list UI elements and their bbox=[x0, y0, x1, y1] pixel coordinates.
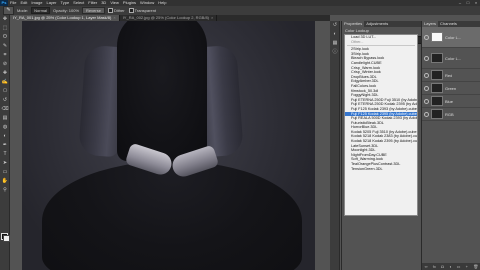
hand-icon[interactable]: ✋ bbox=[0, 177, 10, 186]
eye-icon[interactable] bbox=[424, 55, 429, 61]
reverse-toggle[interactable]: Reverse bbox=[82, 7, 105, 14]
lut-option[interactable]: Other... bbox=[345, 40, 417, 45]
zoom-icon[interactable]: ⚲ bbox=[0, 186, 10, 195]
lut-option[interactable]: TensionGreen.3DL bbox=[345, 167, 417, 172]
eraser-icon[interactable]: ⌫ bbox=[0, 105, 10, 114]
properties-header: Color Lookup bbox=[345, 28, 369, 33]
eye-icon[interactable] bbox=[424, 111, 429, 117]
close-icon[interactable]: × bbox=[211, 15, 213, 20]
layer-name: Red bbox=[445, 72, 453, 78]
shape-icon[interactable]: ▭ bbox=[0, 168, 10, 177]
document-image[interactable] bbox=[22, 21, 315, 270]
fx-icon[interactable]: fx bbox=[433, 264, 436, 269]
eyedropper-icon[interactable]: ⊘ bbox=[0, 60, 10, 69]
stamp-icon[interactable]: ⎔ bbox=[0, 87, 10, 96]
brush-icon[interactable]: ✎ bbox=[3, 6, 14, 15]
swatches-icon[interactable]: ▦ bbox=[330, 39, 340, 48]
marquee-icon[interactable]: ⬚ bbox=[0, 24, 10, 33]
layer-row[interactable]: Color L... bbox=[422, 48, 480, 69]
link-icon[interactable]: ∞ bbox=[425, 264, 428, 269]
adjustment-icon[interactable]: ◑ bbox=[449, 264, 451, 269]
lut-option[interactable]: Kodak 5218 Kodak 2395 (by Adobe).cube bbox=[345, 139, 417, 144]
layer-thumbnail bbox=[431, 32, 443, 42]
layers-panel: Layers Channels Color L... Color L... Red Gr… bbox=[421, 21, 480, 270]
eye-icon[interactable] bbox=[424, 85, 429, 91]
layer-row[interactable]: Color L... bbox=[422, 27, 480, 48]
layer-name: Blue bbox=[445, 98, 454, 104]
trash-icon[interactable]: 🗑 bbox=[473, 264, 478, 269]
quick-select-icon[interactable]: ✎ bbox=[0, 42, 10, 51]
eye-icon[interactable] bbox=[424, 72, 429, 78]
torso bbox=[117, 21, 207, 161]
color-icon[interactable]: ◐ bbox=[330, 30, 340, 39]
layer-thumbnail bbox=[431, 96, 443, 106]
background-color-swatch[interactable] bbox=[3, 235, 10, 242]
eye-icon[interactable] bbox=[424, 34, 429, 40]
layer-row[interactable]: Green bbox=[422, 82, 480, 95]
move-icon[interactable]: ✥ bbox=[0, 15, 10, 24]
layer-name: Green bbox=[445, 85, 457, 91]
lut-option[interactable]: Fuji REALA 500D Kodak 2393 (by Adobe).cu… bbox=[345, 116, 417, 121]
dither-label: Dither bbox=[113, 8, 125, 13]
new-layer-icon[interactable]: + bbox=[466, 264, 468, 269]
history-brush-icon[interactable]: ↺ bbox=[0, 96, 10, 105]
crop-icon[interactable]: ⌗ bbox=[0, 51, 10, 60]
layer-thumbnail bbox=[431, 109, 443, 119]
history-icon[interactable]: ↺ bbox=[330, 21, 340, 30]
document-tab-label: IY_RA_002.jpg @ 25% (Color Lookup 2, RGB… bbox=[122, 15, 210, 20]
mode-dropdown[interactable]: Normal bbox=[31, 7, 51, 14]
blur-icon[interactable]: ◍ bbox=[0, 123, 10, 132]
lasso-icon[interactable]: ʘ bbox=[0, 33, 10, 42]
dither-checkbox[interactable]: Dither bbox=[107, 6, 126, 15]
gradient-icon[interactable]: ▤ bbox=[0, 114, 10, 123]
opacity-field[interactable]: Opacity: 100% bbox=[52, 6, 80, 15]
layer-name: Color L... bbox=[445, 55, 462, 61]
close-icon[interactable]: × bbox=[113, 15, 115, 20]
info-icon[interactable]: ⓘ bbox=[330, 48, 340, 57]
layer-thumbnail bbox=[431, 53, 443, 63]
options-bar: ✎ Mode: Normal Opacity: 100% Reverse Dit… bbox=[0, 6, 480, 15]
layer-thumbnail bbox=[431, 70, 443, 80]
tools-panel: ✥ ⬚ ʘ ✎ ⌗ ⊘ ✚ ✍ ⎔ ↺ ⌫ ▤ ◍ ◐ ✒ T ➤ ▭ ✋ ⚲ bbox=[0, 15, 10, 270]
brush-icon[interactable]: ✍ bbox=[0, 78, 10, 87]
layer-name: RGB bbox=[445, 111, 454, 117]
folder-icon[interactable]: ▭ bbox=[457, 264, 461, 269]
collapsed-panels: ↺ ◐ ▦ ⓘ bbox=[330, 21, 340, 270]
tutu bbox=[42, 161, 302, 270]
pen-icon[interactable]: ✒ bbox=[0, 141, 10, 150]
layer-row[interactable]: Blue bbox=[422, 95, 480, 108]
layer-thumbnail bbox=[431, 83, 443, 93]
layer-name: Color L... bbox=[445, 34, 462, 40]
transparent-label: Transparent bbox=[134, 8, 157, 13]
type-icon[interactable]: T bbox=[0, 150, 10, 159]
layer-row[interactable]: Red bbox=[422, 69, 480, 82]
mask-icon[interactable]: ◘ bbox=[441, 264, 443, 269]
path-select-icon[interactable]: ➤ bbox=[0, 159, 10, 168]
document-tab-label: IY_RA_001.jpg @ 25% (Color Lookup 1, Lay… bbox=[13, 15, 112, 20]
lut-dropdown-menu[interactable]: Load 3D LUT... Other... 2Strip.look 3Strip.… bbox=[344, 34, 418, 216]
mode-label: Mode: bbox=[17, 8, 29, 13]
healing-icon[interactable]: ✚ bbox=[0, 69, 10, 78]
eye-icon[interactable] bbox=[424, 98, 429, 104]
lut-option[interactable]: Fuji F125 Kodak 2393 (by Adobe).cube bbox=[345, 107, 417, 112]
dodge-icon[interactable]: ◐ bbox=[0, 132, 10, 141]
layer-row[interactable]: RGB bbox=[422, 108, 480, 121]
menu-separator bbox=[347, 45, 415, 47]
transparent-checkbox[interactable]: Transparent bbox=[128, 6, 157, 15]
